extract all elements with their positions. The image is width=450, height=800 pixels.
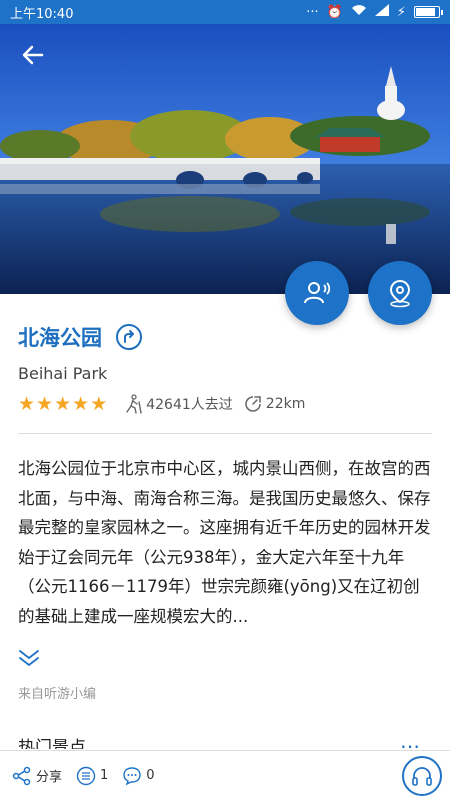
more-button[interactable]: …: [400, 736, 421, 748]
share-arrow-icon: [124, 330, 134, 343]
charging-icon: ⚡: [396, 4, 406, 20]
distance-info: 22km: [243, 394, 306, 414]
visitors-count: 42641人去过: [146, 397, 233, 413]
audio-guide-button[interactable]: [402, 756, 442, 796]
star-icon: ★: [72, 392, 90, 415]
more-icon: ···: [306, 4, 319, 20]
back-button[interactable]: [18, 40, 48, 70]
star-icon: ★: [36, 392, 54, 415]
location-button[interactable]: [368, 261, 432, 325]
alarm-icon: ⏰: [326, 4, 343, 20]
chevron-double-down-icon: [19, 650, 39, 666]
bottom-bar: 分享 1 0: [0, 750, 450, 800]
meta-row: ★ ★ ★ ★ ★ 42641人去过 22km: [18, 392, 315, 416]
park-photo: [0, 24, 450, 294]
star-icon: ★: [90, 392, 108, 415]
hot-spots-heading: 热门景点: [18, 738, 86, 749]
comment-button[interactable]: 0: [122, 766, 155, 786]
distance-value: 22km: [265, 396, 306, 412]
description-text: 北海公园位于北京市中心区，城内景山西侧，在故宫的西北面，与中海、南海合称三海。是…: [18, 459, 431, 626]
title-row: 北海公园: [18, 322, 142, 352]
status-time: 上午10:40: [10, 6, 74, 22]
hero-image: [0, 24, 450, 294]
headphones-icon: [412, 767, 432, 786]
share-button[interactable]: 分享: [12, 766, 62, 786]
visitors-info: 42641人去过: [123, 394, 233, 414]
hiker-icon: [126, 394, 142, 414]
share-label: 分享: [36, 770, 63, 785]
source-label: 来自听游小编: [18, 687, 97, 702]
comment-count: 0: [146, 768, 155, 783]
route-share-button[interactable]: [116, 324, 142, 350]
list-icon: [76, 766, 96, 785]
divider: [18, 433, 432, 434]
distance-icon: [245, 396, 261, 412]
wifi-icon: [351, 4, 367, 20]
status-bar: 上午10:40 ··· ⏰ ⚡: [0, 0, 450, 24]
star-icon: ★: [54, 392, 72, 415]
arrow-left-icon: [22, 45, 44, 65]
battery-fill: [416, 8, 435, 16]
status-icons: ··· ⏰ ⚡: [306, 4, 443, 20]
person-speaking-icon: [304, 282, 331, 304]
battery-icon: [414, 6, 443, 18]
signal-icon: [374, 4, 389, 20]
expand-description-button[interactable]: [18, 648, 40, 668]
list-count: 1: [100, 768, 109, 783]
page-subtitle: Beihai Park: [18, 364, 108, 383]
location-pin-icon: [389, 279, 411, 308]
guide-button[interactable]: [285, 261, 349, 325]
rating-stars: ★ ★ ★ ★ ★: [18, 392, 108, 415]
list-button[interactable]: 1: [76, 766, 108, 786]
comment-icon: [123, 766, 141, 785]
share-icon: [12, 766, 31, 785]
star-icon: ★: [18, 392, 36, 415]
page-title: 北海公园: [18, 326, 102, 350]
